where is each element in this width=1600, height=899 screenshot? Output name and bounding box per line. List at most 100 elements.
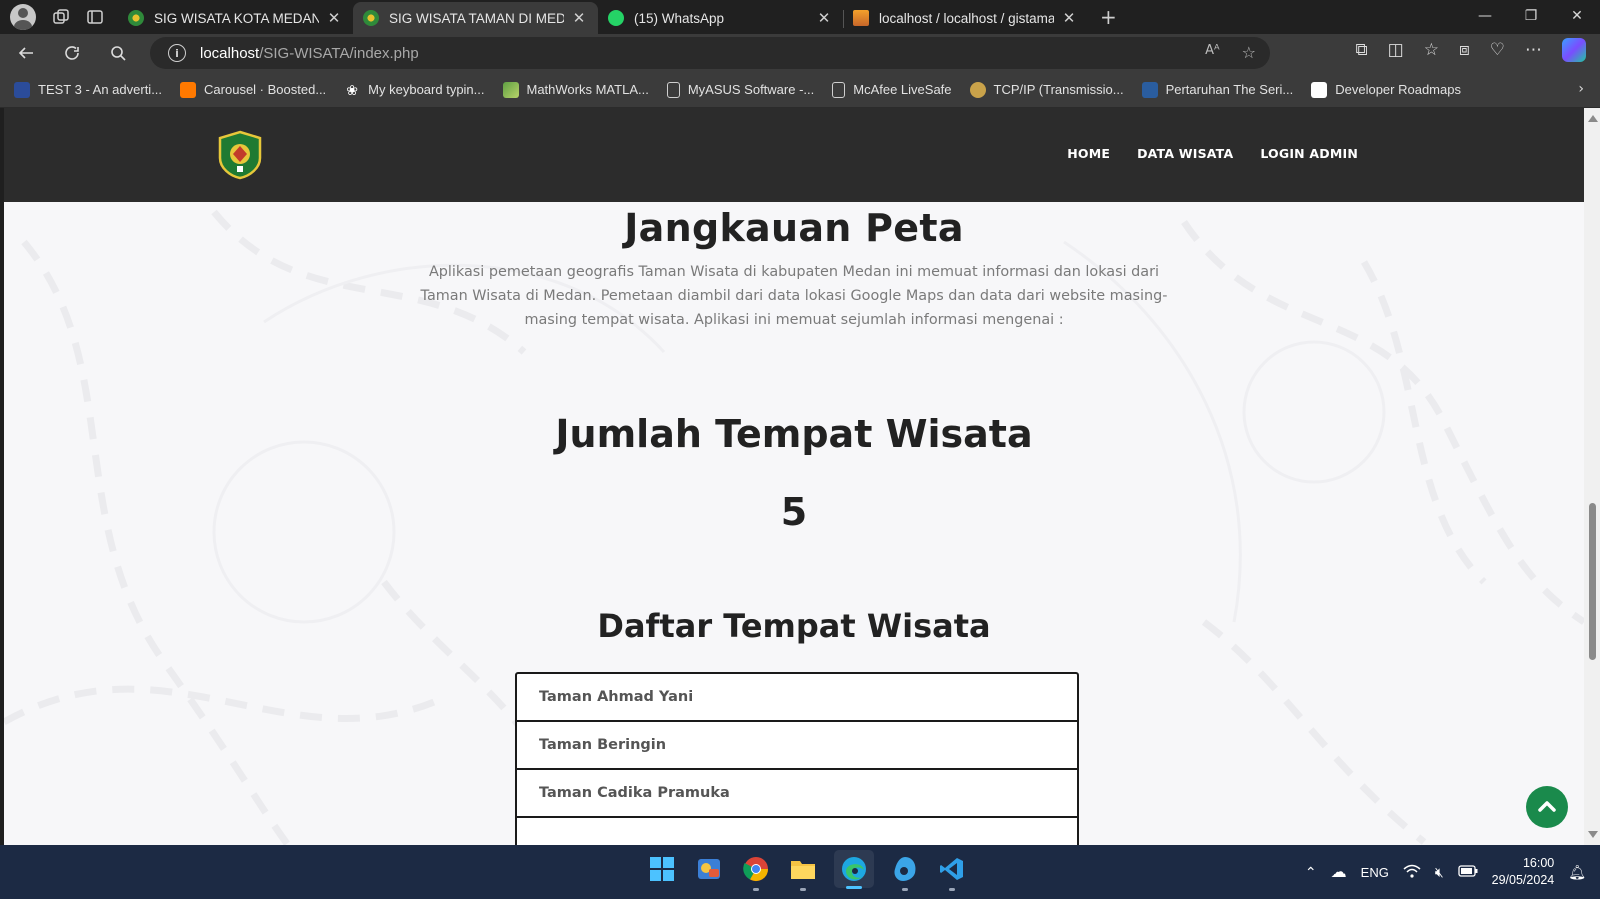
browser-tab-strip: SIG WISATA KOTA MEDAN - Dasl ✕ SIG WISAT… <box>0 0 1600 34</box>
site-header: HOME DATA WISATA LOGIN ADMIN <box>4 108 1584 202</box>
scroll-down-icon[interactable] <box>1588 831 1598 838</box>
page-icon <box>832 81 846 98</box>
list-item[interactable] <box>515 816 1079 845</box>
battery-icon[interactable] <box>1458 864 1478 880</box>
close-window-icon[interactable]: ✕ <box>1554 0 1600 32</box>
chevron-up-icon <box>1538 801 1556 812</box>
refresh-icon[interactable] <box>52 36 92 70</box>
favorites-icon[interactable]: ☆ <box>1424 40 1439 60</box>
paw-icon: ❀ <box>346 81 359 98</box>
taskbar-clock[interactable]: 16:00 29/05/2024 <box>1492 855 1555 889</box>
site-info-icon[interactable]: i <box>168 44 186 62</box>
kota-medan-logo[interactable] <box>215 130 265 180</box>
close-tab-icon[interactable]: ✕ <box>325 9 343 27</box>
favorite-label: MyASUS Software -... <box>687 82 815 97</box>
list-item[interactable]: Taman Beringin <box>515 720 1079 770</box>
split-screen-icon[interactable]: ◫ <box>1388 40 1404 60</box>
favorite-label: Carousel · Boosted... <box>204 82 327 97</box>
scroll-up-icon[interactable] <box>1588 115 1598 122</box>
favorite-item[interactable]: MyASUS Software -... <box>666 81 815 98</box>
tab-title: (15) WhatsApp <box>634 10 725 26</box>
tab-actions-icon[interactable] <box>78 2 112 32</box>
back-arrow-icon[interactable] <box>6 36 46 70</box>
wifi-icon[interactable] <box>1403 864 1421 881</box>
workspaces-icon[interactable] <box>44 2 78 32</box>
favorite-item[interactable]: ❀ My keyboard typin... <box>344 82 484 98</box>
clock-time: 16:00 <box>1522 856 1555 870</box>
scroll-thumb[interactable] <box>1589 503 1596 660</box>
jumlah-title: Jumlah Tempat Wisata <box>555 412 1033 456</box>
favorite-label: Developer Roadmaps <box>1335 82 1461 97</box>
edge-icon[interactable] <box>834 850 874 889</box>
chevron-right-icon[interactable]: › <box>1578 81 1584 97</box>
whatsapp-icon <box>608 10 624 26</box>
list-item[interactable]: Taman Ahmad Yani <box>515 672 1079 722</box>
minimize-icon[interactable]: — <box>1462 0 1508 32</box>
browser-tab-active[interactable]: SIG WISATA TAMAN DI MEDAN ✕ <box>353 2 598 34</box>
url-path: /SIG-WISATA/index.php <box>259 44 419 62</box>
copilot-icon[interactable] <box>1562 38 1586 62</box>
close-tab-icon[interactable]: ✕ <box>815 9 833 27</box>
restore-icon[interactable]: ❐ <box>1508 0 1554 32</box>
browser-tab[interactable]: localhost / localhost / gistaman | ✕ <box>843 2 1088 34</box>
orange-square-icon <box>180 81 197 98</box>
list-item[interactable]: Taman Cadika Pramuka <box>515 768 1079 818</box>
favorite-label: TCP/IP (Transmissio... <box>993 82 1124 97</box>
favorite-item[interactable]: MathWorks MATLA... <box>502 81 649 98</box>
profile-avatar-icon[interactable] <box>10 4 36 30</box>
edge-canary-icon[interactable] <box>889 853 921 891</box>
language-indicator[interactable]: ENG <box>1361 865 1389 880</box>
close-tab-icon[interactable]: ✕ <box>570 9 588 27</box>
system-tray: ⌃ ☁ ENG 🔇︎ 16:00 29/05/2024 🔔︎ <box>1305 845 1586 899</box>
nav-home[interactable]: HOME <box>1067 146 1110 161</box>
extensions-icon[interactable]: ⧉ <box>1355 40 1367 60</box>
favorite-label: MathWorks MATLA... <box>526 82 649 97</box>
new-tab-icon[interactable]: + <box>1100 5 1117 29</box>
file-explorer-icon[interactable] <box>787 853 819 891</box>
favorite-item[interactable]: Carousel · Boosted... <box>180 81 327 98</box>
weather-app-icon[interactable] <box>693 853 725 885</box>
close-tab-icon[interactable]: ✕ <box>1060 9 1078 27</box>
url-host: localhost <box>200 44 260 62</box>
browser-tab[interactable]: (15) WhatsApp ✕ <box>598 2 844 34</box>
onedrive-cloud-icon[interactable]: ☁ <box>1331 862 1347 882</box>
favorite-label: McAfee LiveSafe <box>853 82 952 97</box>
favorite-item[interactable]: Developer Roadmaps <box>1311 81 1461 98</box>
favorite-item[interactable]: McAfee LiveSafe <box>832 81 952 98</box>
favorites-bar: TEST 3 - An adverti... Carousel · Booste… <box>0 72 1600 108</box>
nav-login-admin[interactable]: LOGIN ADMIN <box>1260 146 1358 161</box>
medan-seal-icon <box>363 10 379 26</box>
page-scrollbar[interactable] <box>1584 108 1600 845</box>
clock-date: 29/05/2024 <box>1491 873 1555 887</box>
browser-essentials-icon[interactable]: ♡ <box>1490 40 1505 60</box>
page-icon <box>666 81 680 98</box>
phpmyadmin-icon <box>853 10 869 26</box>
matlab-icon <box>502 81 519 98</box>
globe-icon <box>969 81 986 98</box>
back-to-top-button[interactable] <box>1526 786 1568 828</box>
bookmark-blue-icon <box>1141 81 1158 98</box>
roadmap-icon <box>1311 81 1328 98</box>
more-options-icon[interactable]: ⋯ <box>1525 40 1542 60</box>
chrome-icon[interactable] <box>740 853 772 891</box>
search-icon[interactable] <box>98 36 138 70</box>
favorite-item[interactable]: Pertaruhan The Seri... <box>1141 81 1293 98</box>
main-nav: HOME DATA WISATA LOGIN ADMIN <box>1067 146 1358 161</box>
browser-tab[interactable]: SIG WISATA KOTA MEDAN - Dasl ✕ <box>118 2 354 34</box>
window-controls: — ❐ ✕ <box>1462 0 1600 32</box>
chevron-up-tray-icon[interactable]: ⌃ <box>1305 864 1317 881</box>
volume-muted-icon[interactable]: 🔇︎ <box>1435 864 1444 881</box>
favorite-item[interactable]: TCP/IP (Transmissio... <box>969 81 1124 98</box>
vscode-icon[interactable] <box>936 853 968 891</box>
read-aloud-icon[interactable]: Aᴬ <box>1205 43 1220 62</box>
windows-start-icon[interactable] <box>646 853 678 885</box>
favorite-star-icon[interactable]: ☆ <box>1242 43 1256 62</box>
favorite-item[interactable]: TEST 3 - An adverti... <box>14 81 162 98</box>
daftar-title: Daftar Tempat Wisata <box>597 607 991 645</box>
address-bar[interactable]: i localhost/SIG-WISATA/index.php Aᴬ ☆ <box>150 37 1270 69</box>
notification-bell-icon[interactable]: 🔔︎ <box>1568 864 1586 881</box>
nav-data-wisata[interactable]: DATA WISATA <box>1137 146 1233 161</box>
collections-icon[interactable]: ⧈ <box>1459 40 1470 60</box>
tab-title: SIG WISATA KOTA MEDAN - Dasl <box>154 10 319 26</box>
jumlah-count: 5 <box>780 490 808 534</box>
